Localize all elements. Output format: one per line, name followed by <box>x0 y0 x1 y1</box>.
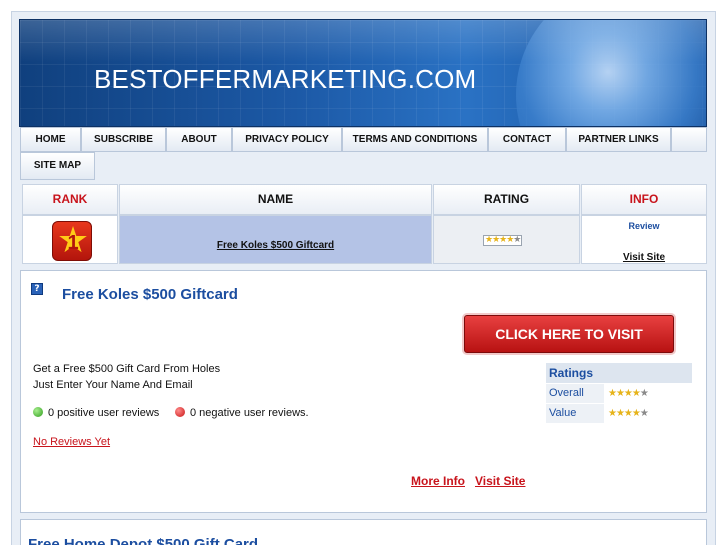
no-reviews-link[interactable]: No Reviews Yet <box>33 436 110 448</box>
offer-card: ? Free Koles $500 Giftcard CLICK HERE TO… <box>20 270 707 513</box>
more-info-link[interactable]: More Info <box>411 474 465 488</box>
offer-name-link[interactable]: Free Koles $500 Giftcard <box>217 240 334 251</box>
rank-number: 1 <box>67 232 79 254</box>
empty-star-icon: ★ <box>639 408 649 419</box>
positive-reviews: 0 positive user reviews <box>33 407 159 419</box>
filled-stars-icon: ★★★★ <box>485 235 514 245</box>
rating-stars: ★★★★★ <box>608 384 649 403</box>
ratings-panel: Ratings Overall ★★★★★ Value ★★★★★ <box>546 363 692 423</box>
click-to-visit-button[interactable]: CLICK HERE TO VISIT <box>464 315 674 353</box>
description-line-2: Just Enter Your Name And Email <box>33 379 193 391</box>
rating-label: Overall <box>546 384 604 403</box>
rank-cell: ★ 1 <box>22 215 118 264</box>
offer-title[interactable]: Free Koles $500 Giftcard <box>62 286 238 303</box>
site-header: BESTOFFERMARKETING.COM <box>19 19 707 127</box>
nav-contact[interactable]: CONTACT <box>488 127 566 152</box>
positive-reviews-text: 0 positive user reviews <box>48 407 160 419</box>
ratings-heading: Ratings <box>546 363 692 383</box>
thumbs-up-icon <box>33 407 43 417</box>
name-cell: Free Koles $500 Giftcard <box>119 215 432 264</box>
description-line-1: Get a Free $500 Gift Card From Holes <box>33 363 221 375</box>
visit-site-link[interactable]: Visit Site <box>475 474 525 488</box>
rating-stars: ★★★★★ <box>608 404 649 423</box>
info-cell: Review Visit Site <box>581 215 707 264</box>
nav-about[interactable]: ABOUT <box>166 127 232 152</box>
nav-site-map[interactable]: SITE MAP <box>20 152 95 180</box>
header-rating: RATING <box>433 184 580 215</box>
empty-star-icon: ★ <box>639 388 649 399</box>
offer-description: Get a Free $500 Gift Card From Holes Jus… <box>33 361 220 393</box>
nav-terms-and-conditions[interactable]: TERMS AND CONDITIONS <box>342 127 488 152</box>
offer-links: More Info Visit Site <box>411 474 535 488</box>
filled-stars-icon: ★★★★ <box>608 408 641 419</box>
header-name: NAME <box>119 184 432 215</box>
nav-empty-tab <box>671 127 707 152</box>
review-link[interactable]: Review <box>582 221 706 231</box>
thumbs-down-icon <box>175 407 185 417</box>
rating-row-value: Value ★★★★★ <box>546 404 692 423</box>
visit-site-link[interactable]: Visit Site <box>623 252 665 263</box>
rating-label: Value <box>546 404 604 423</box>
header-shine <box>20 20 706 63</box>
negative-reviews: 0 negative user reviews. <box>175 407 309 419</box>
empty-star-icon: ★ <box>513 235 521 245</box>
star-rating: ★★★★★ <box>483 235 523 246</box>
header-info: INFO <box>581 184 707 215</box>
header-rank: RANK <box>22 184 118 215</box>
filled-stars-icon: ★★★★ <box>608 388 641 399</box>
nav-subscribe[interactable]: SUBSCRIBE <box>81 127 166 152</box>
nav-privacy-policy[interactable]: PRIVACY POLICY <box>232 127 342 152</box>
next-offer-title[interactable]: Free Home Depot $500 Gift Card <box>28 536 258 545</box>
nav-home[interactable]: HOME <box>20 127 81 152</box>
next-offer-card: Free Home Depot $500 Gift Card <box>20 519 707 545</box>
nav-partner-links[interactable]: PARTNER LINKS <box>566 127 671 152</box>
site-title[interactable]: BESTOFFERMARKETING.COM <box>94 64 476 95</box>
negative-reviews-text: 0 negative user reviews. <box>190 407 309 419</box>
rank-badge: ★ 1 <box>52 220 92 261</box>
rating-cell: ★★★★★ <box>433 215 580 264</box>
ranking-table: RANK NAME RATING INFO ★ 1 Free Koles $50… <box>20 183 707 264</box>
help-icon[interactable]: ? <box>31 283 43 295</box>
rating-row-overall: Overall ★★★★★ <box>546 384 692 403</box>
